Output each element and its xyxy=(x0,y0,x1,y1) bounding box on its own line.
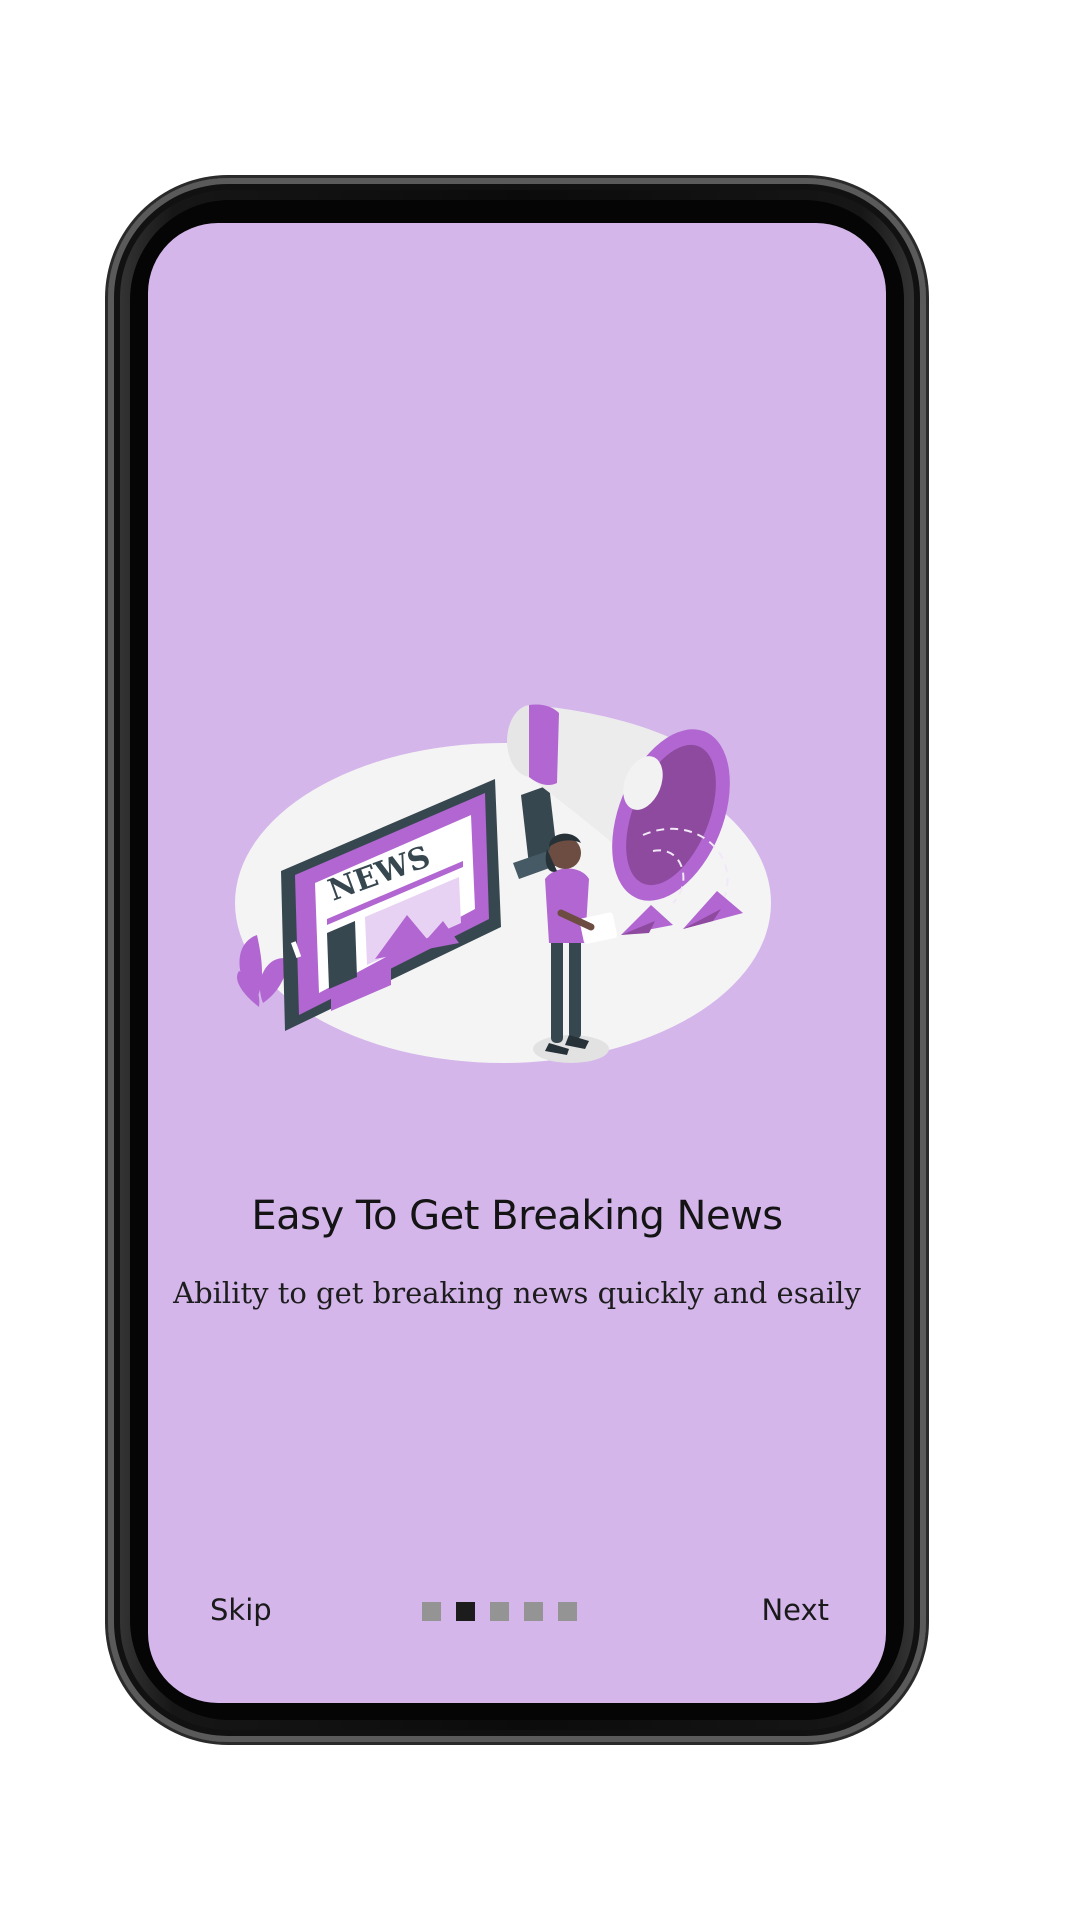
next-button[interactable]: Next xyxy=(749,1583,841,1637)
breaking-news-illustration: NEWS xyxy=(235,704,771,1063)
onboarding-bottom-bar: Skip Next xyxy=(148,1583,886,1643)
page-indicator-dot-1[interactable] xyxy=(422,1602,441,1621)
page-indicator-dot-2-active[interactable] xyxy=(456,1602,475,1621)
onboarding-screen: NEWS Easy To Get Breaking News Ability t… xyxy=(148,223,886,1703)
onboarding-subtitle: Ability to get breaking news quickly and… xyxy=(173,1276,861,1310)
page-indicator-dot-5[interactable] xyxy=(558,1602,577,1621)
page-indicator-dot-4[interactable] xyxy=(524,1602,543,1621)
page-indicator-dot-3[interactable] xyxy=(490,1602,509,1621)
onboarding-title: Easy To Get Breaking News xyxy=(251,1193,783,1239)
page-indicator xyxy=(422,1602,577,1621)
skip-button[interactable]: Skip xyxy=(198,1583,284,1637)
